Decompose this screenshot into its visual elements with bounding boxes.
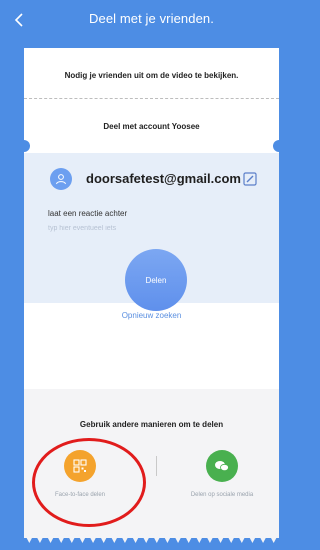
- social-media-label: Delen op sociale media: [190, 492, 254, 498]
- highlight-circle: [32, 438, 146, 527]
- comment-input[interactable]: [48, 221, 248, 235]
- comment-label: laat een reactie achter: [48, 209, 128, 218]
- chat-bubbles-icon: [215, 461, 229, 472]
- account-email: doorsafetest@gmail.com: [86, 171, 241, 186]
- other-methods-title: Gebruik andere manieren om te delen: [79, 420, 224, 429]
- avatar: [50, 168, 72, 190]
- social-media-icon-circle: [206, 450, 238, 482]
- invite-banner: Nodig je vrienden uit om de video te bek…: [24, 48, 279, 99]
- search-again-link[interactable]: Opnieuw zoeken: [24, 311, 279, 320]
- user-icon: [56, 174, 66, 185]
- account-share-section: Deel met account Yoosee doorsafetest@gma…: [24, 99, 279, 389]
- options-divider: [156, 456, 157, 476]
- social-media-share-option[interactable]: Delen op sociale media: [180, 450, 264, 498]
- account-section-title: Deel met account Yoosee: [103, 122, 200, 131]
- invite-text: Nodig je vrienden uit om de video te bek…: [64, 71, 239, 80]
- edit-icon[interactable]: [243, 172, 257, 186]
- share-button[interactable]: Delen: [125, 249, 187, 311]
- page-title: Deel met je vrienden.: [89, 11, 214, 26]
- ticket-notch-right: [273, 140, 279, 152]
- ticket-zigzag-edge: [24, 533, 279, 543]
- header-bar: Deel met je vrienden.: [0, 0, 303, 40]
